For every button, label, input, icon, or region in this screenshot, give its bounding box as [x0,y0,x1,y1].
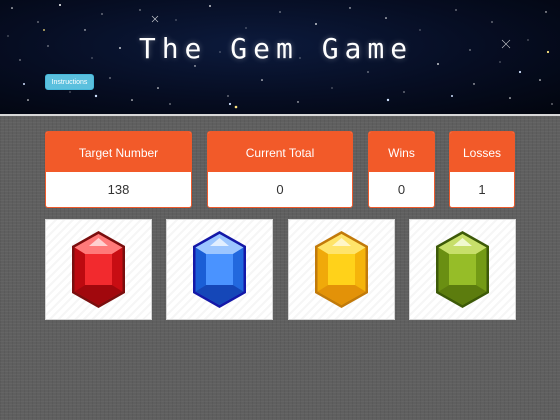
target-number-panel: Target Number 138 [45,131,192,208]
red-gem-icon [72,231,125,308]
losses-panel: Losses 1 [449,131,515,208]
yellow-gem-button[interactable] [288,219,395,320]
game-title: The Gem Game [138,32,414,65]
current-total-value: 0 [276,182,284,197]
header-banner: The Gem Game Instructions [0,0,560,116]
target-number-label: Target Number [46,132,191,172]
instructions-button[interactable]: Instructions [45,74,94,90]
green-gem-button[interactable] [409,219,516,320]
target-number-value: 138 [107,182,130,197]
wins-label: Wins [369,132,434,172]
current-total-label: Current Total [208,132,352,172]
wins-value: 0 [397,182,406,197]
yellow-gem-icon [315,231,368,308]
losses-value: 1 [478,182,486,197]
green-gem-icon [436,231,489,308]
current-total-panel: Current Total 0 [207,131,353,208]
wins-panel: Wins 0 [368,131,435,208]
blue-gem-icon [193,231,246,308]
losses-label: Losses [450,132,514,172]
blue-gem-button[interactable] [166,219,273,320]
red-gem-button[interactable] [45,219,152,320]
